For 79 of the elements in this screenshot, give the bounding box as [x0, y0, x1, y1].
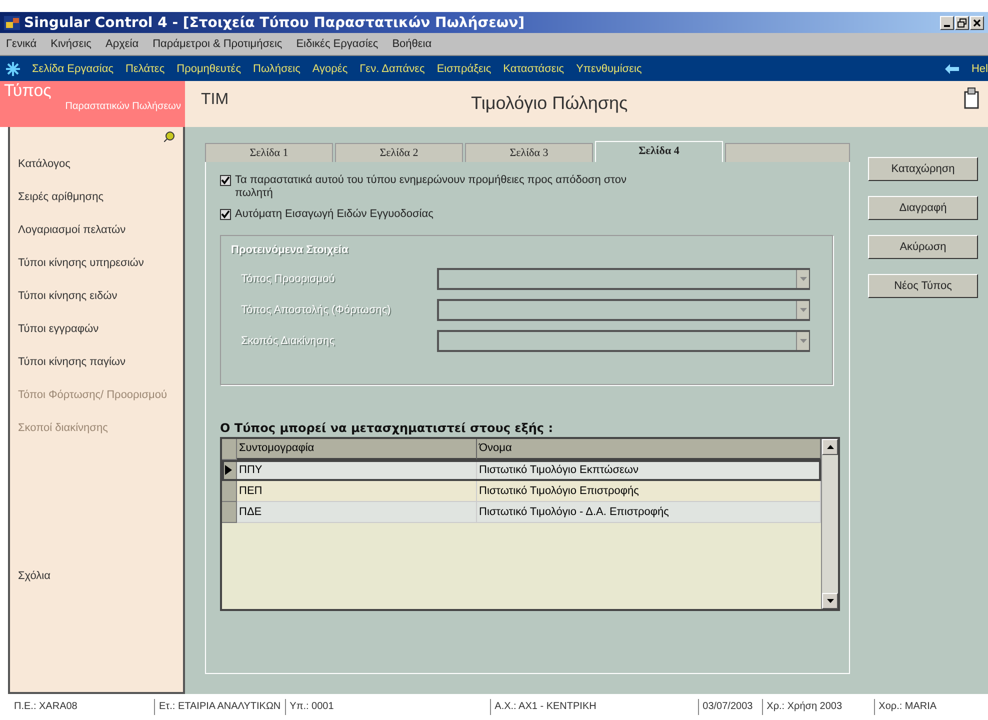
menu-item[interactable]: Ειδικές Εργασίες: [296, 38, 378, 50]
row-header[interactable]: [222, 460, 237, 481]
action-button[interactable]: Νέος Τύπος: [868, 274, 978, 298]
section-subtitle: Παραστατικών Πωλήσεων: [64, 101, 181, 112]
table-caption: Ο Τύπος μπορεί να μετασχηματιστεί στους εξής :: [220, 421, 554, 435]
nav-link[interactable]: Αγορές: [312, 62, 348, 74]
table-row[interactable]: ΠΠΥ Πιστωτικό Τιμολόγιο Εκπτώσεων: [222, 460, 821, 481]
menu-item[interactable]: Γενικά: [6, 38, 37, 50]
status-field: Α.Χ.: ΑΧ1 - ΚΕΝΤΡΙΚΗ: [490, 698, 699, 714]
help-link[interactable]: Hel: [971, 62, 988, 74]
action-button[interactable]: Διαγραφή: [868, 196, 978, 220]
field-label: Σκοπός Διακίνησης: [240, 334, 336, 346]
checkbox-label: Τα παραστατικά αυτού του τύπου ενημερώνουν προμήθειες προς απόδοση στον πωλητή: [235, 174, 628, 200]
restore-icon[interactable]: [955, 16, 969, 30]
back-arrow-icon[interactable]: [945, 64, 960, 74]
tab[interactable]: Σελίδα 2: [335, 143, 463, 162]
table-cell: ΠΕΠ: [237, 481, 477, 502]
field-label: Τόπος Προορισμού: [240, 272, 336, 284]
sidebar-item[interactable]: Τύποι κίνησης υπηρεσιών: [18, 257, 175, 270]
action-button[interactable]: Καταχώρηση: [868, 157, 978, 181]
minimize-icon[interactable]: [940, 16, 954, 30]
table-cell: Πιστωτικό Τιμολόγιο Εκπτώσεων: [477, 460, 821, 481]
table-cell: ΠΔΕ: [237, 502, 477, 523]
scroll-down-icon[interactable]: [822, 593, 838, 609]
nav-link[interactable]: Προμηθευτές: [176, 62, 242, 74]
table-row[interactable]: ΠΔΕ Πιστωτικό Τιμολόγιο - Δ.Α. Επιστροφής: [222, 502, 821, 523]
group-title: Προτεινόμενα Στοιχεία: [231, 244, 350, 256]
sidebar-item[interactable]: Τύποι κίνησης παγίων: [18, 356, 175, 369]
section-title: Τύπος: [4, 81, 52, 101]
menu-item[interactable]: Βοήθεια: [392, 38, 432, 50]
nav-link[interactable]: Πωλήσεις: [253, 62, 300, 74]
sidebar-item[interactable]: Σειρές αρίθμησης: [18, 191, 175, 204]
status-field: Υπ.: 0001: [286, 698, 491, 714]
checkmark-icon: [221, 210, 230, 219]
tab[interactable]: Σελίδα 4: [595, 141, 723, 162]
nav-link[interactable]: Εισπράξεις: [436, 62, 492, 74]
table-cell: Πιστωτικό Τιμολόγιο Επιστροφής: [477, 481, 821, 502]
status-field: Ετ.: ΕΤΑΙΡΙΑ ΑΝΑΛΥΤΙΚΩΝ: [155, 698, 286, 714]
nav-link[interactable]: Γεν. Δαπάνες: [360, 62, 425, 74]
sidebar-item[interactable]: Κατάλογος: [18, 158, 175, 171]
sidebar-item[interactable]: Τύποι εγγραφών: [18, 323, 175, 336]
scroll-up-icon[interactable]: [822, 439, 838, 455]
menu-item[interactable]: Αρχεία: [105, 38, 139, 50]
action-button[interactable]: Ακύρωση: [868, 235, 978, 259]
menu-item[interactable]: Κινήσεις: [50, 38, 92, 50]
status-field: Π.Ε.: XARA08: [10, 698, 155, 714]
table-cell: Πιστωτικό Τιμολόγιο - Δ.Α. Επιστροφής: [477, 502, 821, 523]
type-name: Τιμολόγιο Πώλησης: [470, 92, 629, 115]
table-cell: ΠΠΥ: [237, 460, 477, 481]
clipboard-icon[interactable]: [964, 87, 980, 109]
tab[interactable]: Σελίδα 1: [205, 143, 333, 162]
scrollbar[interactable]: [821, 439, 838, 609]
column-header[interactable]: Όνομα: [477, 439, 821, 460]
table-row[interactable]: ΠΕΠ Πιστωτικό Τιμολόγιο Επιστροφής: [222, 481, 821, 502]
status-field: 03/07/2003: [698, 698, 763, 714]
window-title: Singular Control 4 - [Στοιχεία Τύπου Παραστατικών Πωλήσεων]: [24, 14, 526, 30]
row-pointer-icon: [225, 465, 232, 475]
status-field: Χορ.: MARIA: [874, 698, 941, 714]
checkmark-icon: [221, 176, 230, 185]
nav-link[interactable]: Υπενθυμίσεις: [576, 62, 642, 74]
sidebar-item[interactable]: Σχόλια: [18, 570, 175, 582]
status-field: Χρ.: Χρήση 2003: [762, 698, 875, 714]
nav-link[interactable]: Καταστάσεις: [503, 62, 564, 74]
tab[interactable]: Σελίδα 3: [465, 143, 593, 162]
sidebar-item[interactable]: Λογαριασμοί πελατών: [18, 224, 175, 237]
menu-item[interactable]: Παράμετροι & Προτιμήσεις: [152, 38, 282, 50]
checkbox[interactable]: [220, 175, 231, 186]
corner-header: [222, 439, 237, 460]
column-header[interactable]: Συντομογραφία: [237, 439, 477, 460]
checkbox-label: Αυτόματη Εισαγωγή Ειδών Εγγυοδοσίας: [235, 208, 434, 221]
nav-link[interactable]: Σελίδα Εργασίας: [32, 62, 114, 74]
nav-link[interactable]: Πελάτες: [126, 62, 165, 74]
sidebar-item[interactable]: Τύποι κίνησης ειδών: [18, 290, 175, 303]
app-icon: [4, 16, 20, 30]
type-code: TIM: [200, 90, 230, 110]
checkbox[interactable]: [220, 209, 231, 220]
field-label: Τόπος Αποστολής (Φόρτωσης): [240, 304, 392, 316]
close-icon[interactable]: [970, 16, 984, 30]
snowflake-icon[interactable]: [6, 62, 20, 76]
